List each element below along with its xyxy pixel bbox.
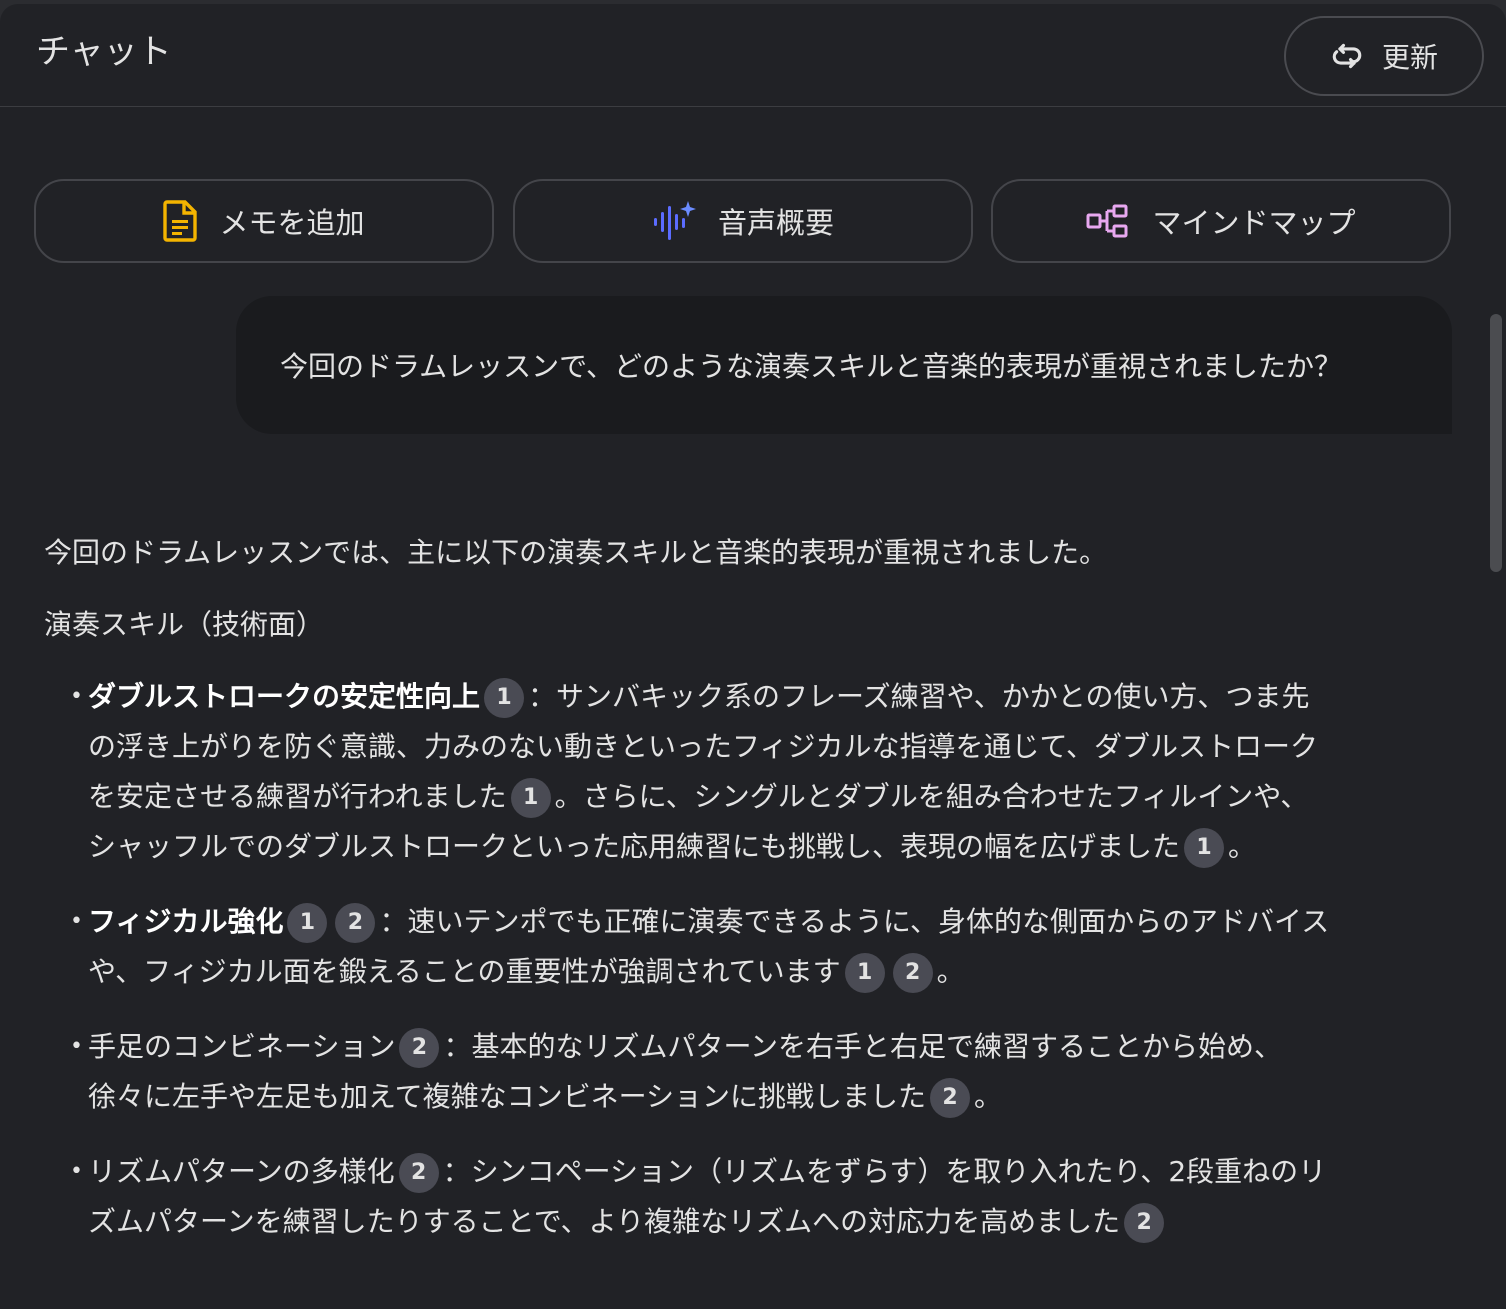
citation-badge[interactable]: 2 — [892, 953, 933, 993]
refresh-button[interactable]: 更新 — [1284, 16, 1484, 96]
bullet-title: フィジカル強化 — [88, 905, 284, 938]
citation-badge[interactable]: 1 — [844, 953, 885, 993]
refresh-label: 更新 — [1381, 41, 1438, 74]
bullet-item: ダブルストロークの安定性向上1：サンバキック系のフレーズ練習や、かかとの使い方、… — [44, 672, 1334, 872]
refresh-icon — [1330, 39, 1364, 73]
bullet-text: 。 — [974, 1080, 1003, 1113]
response-intro: 今回のドラムレッスンでは、主に以下の演奏スキルと音楽的表現が重視されました。 — [44, 536, 1108, 569]
bullet-title: リズムパターンの多様化 — [88, 1155, 395, 1188]
bullet-text: 。 — [936, 955, 965, 988]
citation-badge[interactable]: 1 — [287, 903, 328, 943]
panel-title: チャット — [36, 32, 172, 72]
bullet-item: 手足のコンビネーション2：基本的なリズムパターンを右手と右足で練習することから始… — [44, 1022, 1334, 1122]
citation-badge[interactable]: 1 — [1184, 828, 1225, 868]
audio-overview-button[interactable]: 音声概要 — [513, 179, 973, 263]
user-message-text: 今回のドラムレッスンで、どのような演奏スキルと音楽的表現が重視されましたか？ — [280, 350, 1343, 383]
action-bar: メモを追加 音声概要 マインドマップ — [34, 179, 1454, 263]
chat-panel: チャット 更新 メモを追加 音声概要 マインドマップ 今回のドラムレッスンで、ど… — [0, 4, 1506, 1309]
add-note-button[interactable]: メモを追加 — [34, 179, 494, 263]
bullet-item: フィジカル強化12：速いテンポでも正確に演奏できるように、身体的な側面からのアド… — [44, 897, 1334, 997]
audio-wave-icon — [652, 200, 696, 242]
user-message-bubble: 今回のドラムレッスンで、どのような演奏スキルと音楽的表現が重視されましたか？ — [236, 296, 1452, 434]
citation-badge[interactable]: 2 — [398, 1153, 439, 1193]
bullet-list: ダブルストロークの安定性向上1：サンバキック系のフレーズ練習や、かかとの使い方、… — [44, 672, 1334, 1247]
citation-badge[interactable]: 1 — [510, 778, 551, 818]
assistant-response: 今回のドラムレッスンでは、主に以下の演奏スキルと音楽的表現が重視されました。 演… — [44, 528, 1334, 1272]
audio-overview-label: 音声概要 — [717, 206, 834, 240]
citation-badge[interactable]: 2 — [930, 1078, 971, 1118]
note-icon — [163, 200, 198, 242]
mindmap-icon — [1086, 204, 1130, 238]
bullet-item: リズムパターンの多様化2：シンコペーション（リズムをずらす）を取り入れたり、2段… — [44, 1147, 1334, 1247]
mindmap-label: マインドマップ — [1152, 206, 1356, 240]
chat-header: チャット 更新 — [0, 4, 1506, 107]
section-heading: 演奏スキル（技術面） — [44, 608, 325, 641]
bullet-title: 手足のコンビネーション — [88, 1030, 396, 1063]
mindmap-button[interactable]: マインドマップ — [991, 179, 1451, 263]
citation-badge[interactable]: 2 — [399, 1028, 440, 1068]
citation-badge[interactable]: 1 — [484, 678, 525, 718]
scrollbar-thumb[interactable] — [1490, 314, 1502, 572]
citation-badge[interactable]: 2 — [335, 903, 376, 943]
citation-badge[interactable]: 2 — [1124, 1203, 1165, 1243]
bullet-text: 。 — [1228, 830, 1257, 863]
add-note-label: メモを追加 — [219, 206, 365, 240]
bullet-title: ダブルストロークの安定性向上 — [88, 680, 481, 713]
